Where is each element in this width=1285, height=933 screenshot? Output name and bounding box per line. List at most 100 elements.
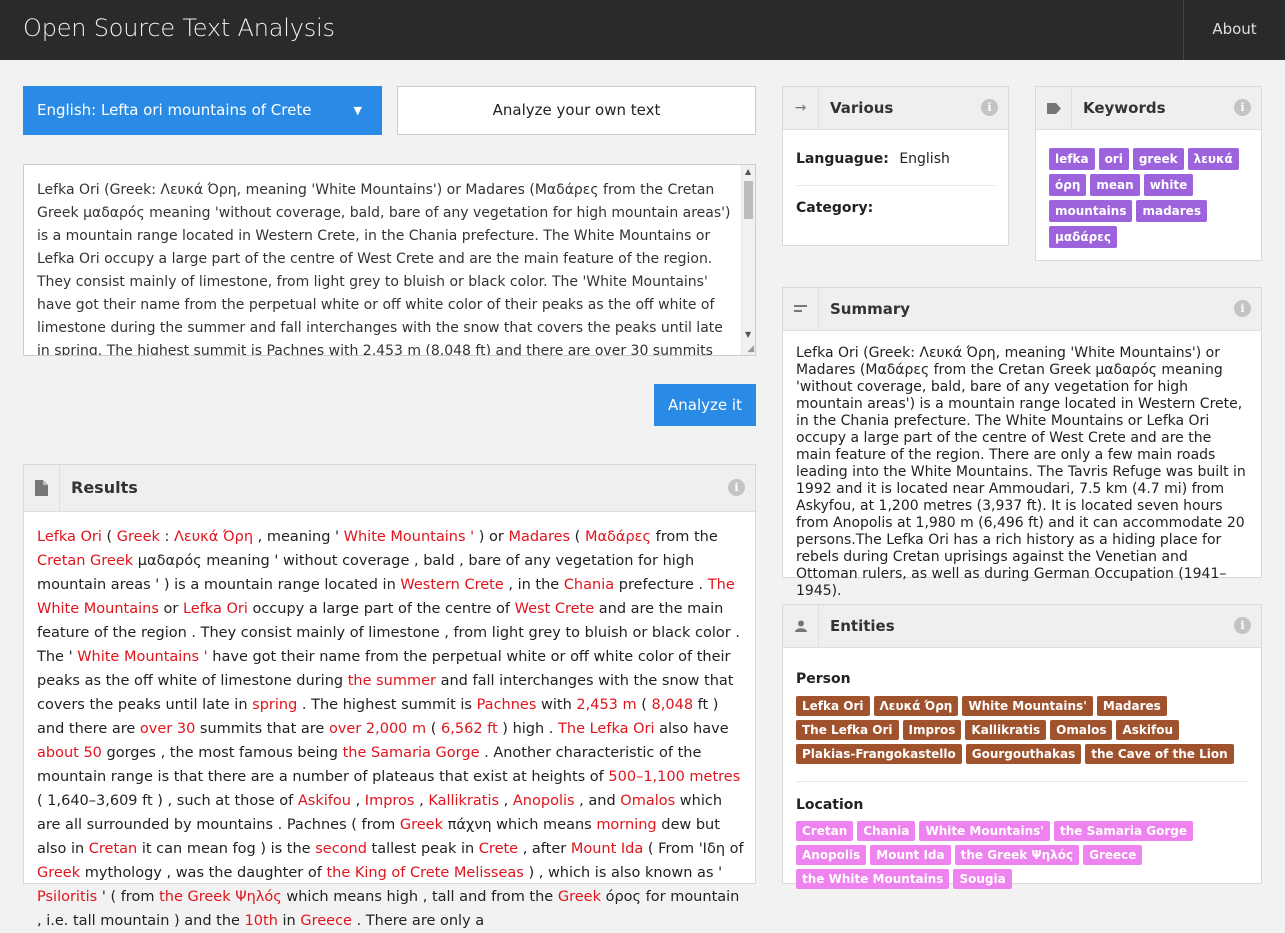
person-tag[interactable]: The Lefka Ori [796,720,899,740]
analyze-button[interactable]: Analyze it [654,384,756,426]
entity-highlight[interactable]: Askifou [298,793,351,809]
person-tag[interactable]: Askifou [1116,720,1179,740]
entity-highlight[interactable]: Greece [300,913,352,929]
keyword-tag[interactable]: lefka [1049,148,1095,170]
entity-highlight[interactable]: the Samaria Gorge [343,745,480,761]
entity-highlight[interactable]: morning [596,817,656,833]
entity-highlight[interactable]: Impros [365,793,415,809]
keyword-tag[interactable]: greek [1132,148,1184,170]
person-tag[interactable]: Madares [1096,696,1167,716]
location-tag[interactable]: the Greek Ψηλός [954,845,1080,865]
analyze-own-text-button[interactable]: Analyze your own text [397,86,756,135]
person-tag[interactable]: Impros [902,720,962,740]
entity-highlight[interactable]: 10th [245,913,278,929]
entity-highlight[interactable]: second [315,841,367,857]
summary-panel: Summary i Lefka Ori (Greek: Λευκά Όρη, m… [782,287,1262,599]
entity-highlight[interactable]: Madares [508,529,570,545]
about-link[interactable]: About [1183,0,1285,60]
entity-highlight[interactable]: Crete [479,841,518,857]
entity-highlight[interactable]: Psiloritis [37,889,97,905]
location-tag[interactable]: the White Mountains [796,869,950,889]
location-tag[interactable]: White Mountains' [919,821,1050,841]
entity-highlight[interactable]: 6,562 ft [441,721,498,737]
resize-handle-icon[interactable]: ◢ [747,344,754,354]
keyword-tag[interactable]: λευκά [1187,148,1239,170]
text-segment: in [277,913,301,929]
location-tag[interactable]: Greece [1083,845,1143,865]
summary-panel-header: Summary i [783,288,1261,331]
entity-highlight[interactable]: Greek [117,529,160,545]
keyword-tag[interactable]: mean [1090,174,1140,196]
entity-highlight[interactable]: 8,048 [652,697,694,713]
text-segment: ) high . [497,721,559,737]
lines-icon [783,288,819,330]
scroll-up-arrow-icon[interactable]: ▲ [745,167,751,176]
keyword-tag[interactable]: μαδάρες [1049,226,1117,248]
person-tag[interactable]: Λευκά Όρη [873,696,959,716]
text-input-area[interactable]: Lefka Ori (Greek: Λευκά Όρη, meaning 'Wh… [23,164,756,356]
info-icon[interactable]: i [728,479,745,496]
keyword-tag[interactable]: όρη [1049,174,1087,196]
entity-highlight[interactable]: Kallikratis [428,793,499,809]
info-icon[interactable]: i [1234,99,1251,116]
location-tag[interactable]: Anopolis [796,845,867,865]
textarea-scrollbar[interactable]: ▲ ▼ [741,165,755,355]
entity-highlight[interactable]: The Lefka Ori [558,721,654,737]
entity-highlight[interactable]: about 50 [37,745,102,761]
entity-highlight[interactable]: Cretan Greek [37,553,133,569]
text-segment: tallest peak in [366,841,479,857]
info-icon[interactable]: i [1234,617,1251,634]
results-title: Results [71,478,138,497]
entity-highlight[interactable]: Μαδάρες [585,529,651,545]
location-tag[interactable]: Sougia [953,869,1012,889]
person-tag[interactable]: the Cave of the Lion [1085,744,1234,764]
text-segment: or [158,601,183,617]
entity-highlight[interactable]: Greek [37,865,80,881]
keyword-tag[interactable]: mountains [1049,200,1133,222]
entity-highlight[interactable]: Chania [564,577,614,593]
person-tag[interactable]: Gourgouthakas [965,744,1082,764]
entity-highlight[interactable]: Omalos [620,793,675,809]
person-tag[interactable]: Kallikratis [965,720,1047,740]
entity-highlight[interactable]: Lefka Ori [37,529,102,545]
entity-highlight[interactable]: over 30 [140,721,195,737]
keyword-tag[interactable]: ori [1098,148,1129,170]
keyword-tag[interactable]: madares [1136,200,1207,222]
entity-highlight[interactable]: the Greek Ψηλός [159,889,282,905]
entity-highlight[interactable]: White Mountains ' [77,649,207,665]
entity-highlight[interactable]: Mount Ida [571,841,643,857]
person-tag[interactable]: Omalos [1050,720,1113,740]
entity-highlight[interactable]: the King of Crete Melisseas [326,865,523,881]
location-tag[interactable]: Chania [857,821,916,841]
entity-highlight[interactable]: Greek [558,889,601,905]
info-icon[interactable]: i [1234,300,1251,317]
entity-highlight[interactable]: West Crete [515,601,595,617]
entity-highlight[interactable]: Greek [400,817,443,833]
location-tag[interactable]: Mount Ida [870,845,951,865]
person-tag[interactable]: Lefka Ori [796,696,870,716]
entity-highlight[interactable]: Λευκά Όρη [174,529,253,545]
text-input-content[interactable]: Lefka Ori (Greek: Λευκά Όρη, meaning 'Wh… [37,179,733,355]
entity-highlight[interactable]: Pachnes [477,697,537,713]
entity-highlight[interactable]: over 2,000 m [329,721,426,737]
location-tag[interactable]: the Samaria Gorge [1053,821,1193,841]
person-tag[interactable]: White Mountains' [962,696,1093,716]
language-example-select[interactable]: English: Lefta ori mountains of Crete ▼ [23,86,382,135]
person-tag[interactable]: Plakias-Frangokastello [796,744,962,764]
entity-highlight[interactable]: Anopolis [513,793,575,809]
entity-highlight[interactable]: White Mountains ' [344,529,474,545]
entity-highlight[interactable]: 500–1,100 metres [608,769,740,785]
entity-highlight[interactable]: spring [252,697,297,713]
entity-highlight[interactable]: Lefka Ori [183,601,248,617]
scrollbar-thumb[interactable] [744,181,753,219]
app-brand[interactable]: Open Source Text Analysis [23,14,335,42]
text-segment: ( [426,721,442,737]
entity-highlight[interactable]: Cretan [89,841,137,857]
location-tag[interactable]: Cretan [796,821,854,841]
entity-highlight[interactable]: the summer [348,673,436,689]
keyword-tag[interactable]: white [1143,174,1194,196]
info-icon[interactable]: i [981,99,998,116]
entity-highlight[interactable]: 2,453 m [576,697,636,713]
scroll-down-arrow-icon[interactable]: ▼ [745,330,751,339]
entity-highlight[interactable]: Western Crete [400,577,503,593]
